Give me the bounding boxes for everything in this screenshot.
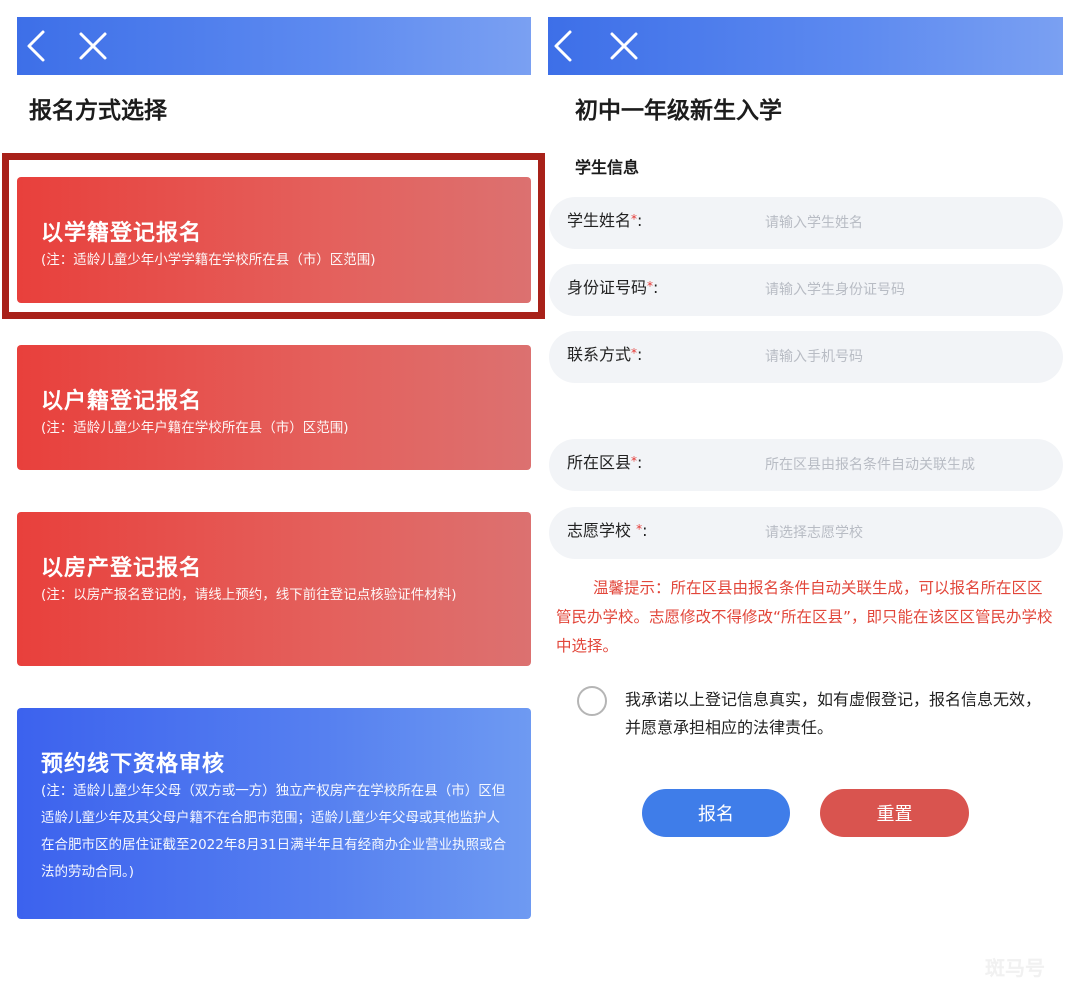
- id-number-field[interactable]: 身份证号码*: 请输入学生身份证号码: [549, 264, 1063, 316]
- field-label: 所在区县*:: [567, 453, 643, 472]
- close-x-icon: [79, 32, 107, 60]
- reset-button[interactable]: 重置: [820, 789, 969, 837]
- phone-input[interactable]: 请输入手机号码: [765, 331, 863, 383]
- close-x-icon: [610, 32, 638, 60]
- required-mark: *: [631, 346, 638, 360]
- close-button[interactable]: [608, 17, 640, 75]
- right-top-bar: [548, 17, 1063, 75]
- card-note: (注：适龄儿童少年父母（双方或一方）独立产权房产在学校所在县（市）区但适龄儿童少…: [41, 783, 507, 880]
- id-number-input[interactable]: 请输入学生身份证号码: [765, 264, 905, 316]
- district-input[interactable]: 所在区县由报名条件自动关联生成: [765, 439, 975, 491]
- back-chevron-icon: [27, 30, 45, 62]
- card-note: (注：适龄儿童少年小学学籍在学校所在县（市）区范围): [41, 252, 376, 268]
- left-top-bar: [17, 17, 531, 75]
- card-note: (注：以房产报名登记的，请线上预约，线下前往登记点核验证件材料): [41, 587, 457, 603]
- card-note: (注：适龄儿童少年户籍在学校所在县（市）区范围): [41, 420, 349, 436]
- back-chevron-icon: [554, 30, 572, 62]
- required-mark: *: [647, 279, 654, 293]
- district-field[interactable]: 所在区县*: 所在区县由报名条件自动关联生成: [549, 439, 1063, 491]
- required-mark: *: [631, 212, 638, 226]
- warm-tips: 温馨提示：所在区县由报名条件自动关联生成，可以报名所在区区管民办学校。志愿修改不…: [556, 579, 1053, 655]
- card-property-registration[interactable]: 以房产登记报名 (注：以房产报名登记的，请线上预约，线下前往登记点核验证件材料): [17, 512, 531, 666]
- card-school-registration[interactable]: 以学籍登记报名 (注：适龄儿童少年小学学籍在学校所在县（市）区范围): [17, 177, 531, 303]
- watermark: 斑马号: [985, 956, 1045, 980]
- required-mark: *: [631, 454, 638, 468]
- back-button[interactable]: [23, 17, 53, 75]
- contact-field[interactable]: 联系方式*: 请输入手机号码: [549, 331, 1063, 383]
- student-name-field[interactable]: 学生姓名*: 请输入学生姓名: [549, 197, 1063, 249]
- card-title: 预约线下资格审核: [41, 752, 226, 777]
- field-label: 身份证号码*:: [567, 278, 659, 297]
- card-title: 以户籍登记报名: [41, 389, 203, 414]
- back-button[interactable]: [550, 17, 580, 75]
- promise-text: 我承诺以上登记信息真实，如有虚假登记，报名信息无效，并愿意承担相应的法律责任。: [625, 690, 1042, 737]
- promise-radio[interactable]: [577, 686, 607, 716]
- card-household-registration[interactable]: 以户籍登记报名 (注：适龄儿童少年户籍在学校所在县（市）区范围): [17, 345, 531, 470]
- field-label: 联系方式*:: [567, 345, 643, 364]
- card-title: 以房产登记报名: [41, 556, 203, 581]
- school-select[interactable]: 请选择志愿学校: [765, 507, 863, 559]
- submit-button[interactable]: 报名: [642, 789, 790, 837]
- form-title: 初中一年级新生入学: [575, 98, 782, 124]
- card-offline-review[interactable]: 预约线下资格审核 (注：适龄儿童少年父母（双方或一方）独立产权房产在学校所在县（…: [17, 708, 531, 919]
- card-title: 以学籍登记报名: [41, 221, 203, 246]
- student-name-input[interactable]: 请输入学生姓名: [765, 197, 863, 249]
- required-mark: *: [636, 522, 643, 536]
- close-button[interactable]: [77, 17, 109, 75]
- school-choice-field[interactable]: 志愿学校 *: 请选择志愿学校: [549, 507, 1063, 559]
- section-label: 学生信息: [575, 158, 640, 177]
- field-label: 学生姓名*:: [567, 211, 643, 230]
- page-title: 报名方式选择: [29, 98, 167, 124]
- field-label: 志愿学校 *:: [567, 521, 648, 540]
